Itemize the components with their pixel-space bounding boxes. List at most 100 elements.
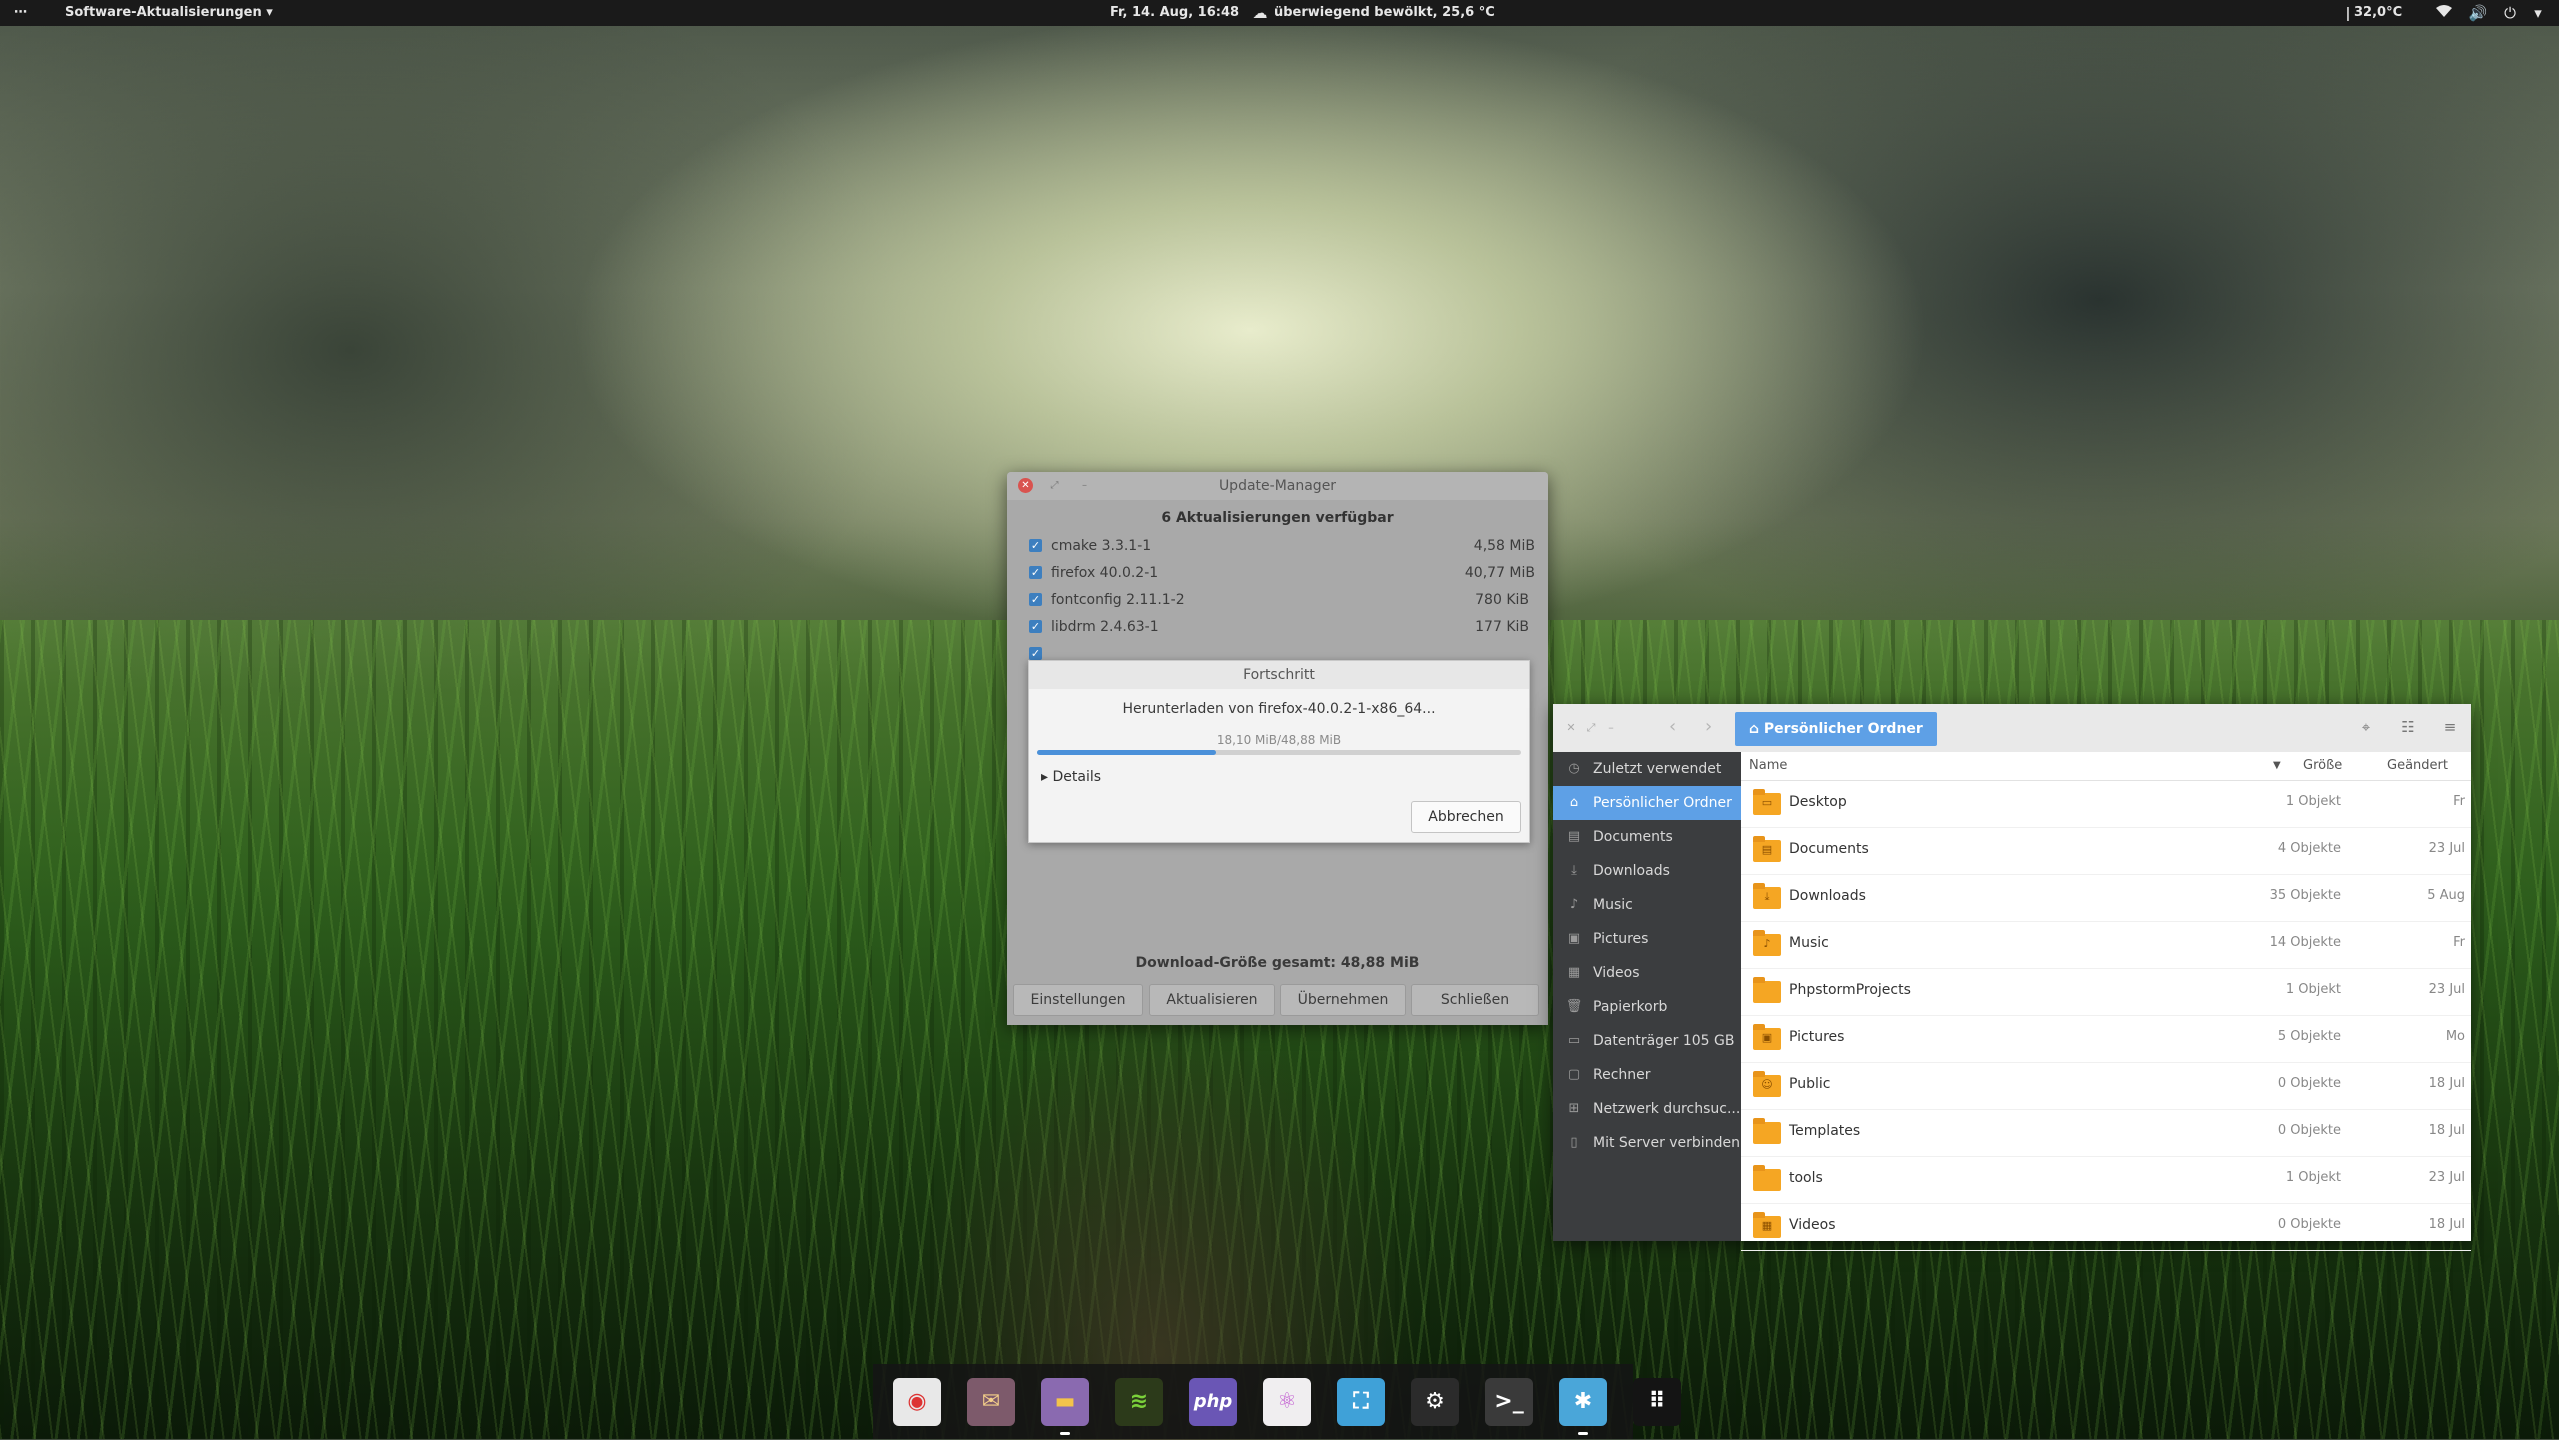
file-row[interactable]: ♪ Music 14 Objekte Fr [1741, 921, 2471, 969]
file-row[interactable]: tools 1 Objekt 23 Jul [1741, 1156, 2471, 1204]
forward-icon[interactable]: › [1705, 716, 1712, 737]
file-row[interactable]: ▭ Desktop 1 Objekt Fr [1741, 780, 2471, 828]
refresh-button[interactable]: Aktualisieren [1149, 984, 1275, 1016]
file-row[interactable]: ▤ Documents 4 Objekte 23 Jul [1741, 827, 2471, 875]
package-row[interactable]: ✓ firefox 40.0.2-1 40,77 MiB [1017, 561, 1537, 588]
settings-button[interactable]: Einstellungen [1013, 984, 1143, 1016]
clock[interactable]: Fr, 14. Aug, 16:48 [1110, 4, 1239, 22]
update-manager-titlebar[interactable]: ✕ ⤢ – Update-Manager [1007, 472, 1548, 500]
chrome-icon[interactable]: ◉ [893, 1378, 941, 1426]
checkbox[interactable]: ✓ [1029, 566, 1042, 579]
spotify-icon[interactable]: ≋ [1115, 1378, 1163, 1426]
sidebar-item[interactable]: ♪ Music [1553, 888, 1741, 922]
file-size: 1 Objekt [2285, 982, 2341, 997]
documents-folder-icon: ▤ [1753, 836, 1781, 862]
files-headerbar[interactable]: ✕ ⤢ – ‹ › ⌂ Persönlicher Ordner ⌖ ☷ ≡ [1553, 704, 2471, 753]
checkbox[interactable]: ✓ [1029, 593, 1042, 606]
column-name[interactable]: Name [1749, 758, 1787, 773]
phpstorm-icon[interactable]: php [1189, 1378, 1237, 1426]
sidebar-item[interactable]: 🗑 Papierkorb [1553, 990, 1741, 1024]
close-icon[interactable]: ✕ [1563, 720, 1579, 736]
sidebar-item[interactable]: ▦ Videos [1553, 956, 1741, 990]
file-name: Music [1789, 935, 1829, 951]
download-status: Herunterladen von firefox-40.0.2-1-x86_6… [1122, 701, 1436, 717]
package-row[interactable]: ✓ fontconfig 2.11.1-2 780 KiB [1017, 588, 1537, 615]
download-amount: 18,10 MiB/48,88 MiB [1216, 733, 1342, 747]
mail-icon[interactable]: ✉ [967, 1378, 1015, 1426]
apply-button[interactable]: Übernehmen [1280, 984, 1406, 1016]
sidebar-item[interactable]: ⤓ Downloads [1553, 854, 1741, 888]
path-label: Persönlicher Ordner [1763, 721, 1923, 737]
files-sidebar: ◷ Zuletzt verwendet ⌂ Persönlicher Ordner ▤ D… [1553, 752, 1741, 1241]
file-row[interactable]: ▦ Videos 0 Objekte 18 Jul [1741, 1203, 2471, 1251]
sidebar-item[interactable]: ▭ Datenträger 105 GB [1553, 1024, 1741, 1058]
music-icon: ♪ [1569, 897, 1579, 912]
download-total: Download-Größe gesamt: 48,88 MiB [1135, 955, 1420, 971]
sidebar-item-label: Documents [1593, 829, 1673, 845]
downloads-folder-icon: ⤓ [1753, 883, 1781, 909]
terminal-icon[interactable]: >_ [1485, 1378, 1533, 1426]
server-icon: ▯ [1570, 1135, 1578, 1150]
clock-icon: ◷ [1568, 761, 1580, 776]
file-row[interactable]: ☺ Public 0 Objekte 18 Jul [1741, 1062, 2471, 1110]
folder-icon [1753, 977, 1781, 1003]
checkbox[interactable]: ✓ [1029, 620, 1042, 633]
sidebar-item[interactable]: ◷ Zuletzt verwendet [1553, 752, 1741, 786]
videos-folder-icon: ▦ [1753, 1212, 1781, 1238]
sidebar-item[interactable]: ▣ Pictures [1553, 922, 1741, 956]
activities-dots[interactable]: ⋯ [14, 4, 28, 22]
app-menu[interactable]: Software-Aktualisierungen ▾ [65, 4, 273, 22]
sidebar-item[interactable]: ⊞ Netzwerk durchsuc... [1553, 1092, 1741, 1126]
weather-text[interactable]: überwiegend bewölkt, 25,6 °C [1274, 4, 1495, 22]
file-name: PhpstormProjects [1789, 982, 1911, 998]
sidebar-item[interactable]: ▢ Rechner [1553, 1058, 1741, 1092]
screenshot-icon[interactable]: ⛶ [1337, 1378, 1385, 1426]
back-icon[interactable]: ‹ [1669, 716, 1676, 737]
checkbox[interactable]: ✓ [1029, 647, 1042, 660]
file-modified: 23 Jul [2428, 1170, 2465, 1185]
sort-arrow-icon[interactable]: ▼ [2273, 760, 2281, 771]
column-size[interactable]: Größe [2303, 758, 2342, 773]
package-row[interactable]: ✓ libdrm 2.4.63-1 177 KiB [1017, 615, 1537, 642]
files-icon[interactable]: ▬ [1041, 1378, 1089, 1435]
home-icon: ⌂ [1569, 795, 1579, 810]
column-modified[interactable]: Geändert [2387, 758, 2448, 773]
file-name: Documents [1789, 841, 1869, 857]
file-modified: 23 Jul [2428, 841, 2465, 856]
file-row[interactable]: Templates 0 Objekte 18 Jul [1741, 1109, 2471, 1157]
path-bar-home[interactable]: ⌂ Persönlicher Ordner [1735, 712, 1937, 746]
cpu-temperature[interactable]: 32,0°C [2354, 4, 2402, 22]
details-expander[interactable]: ▸ Details [1041, 769, 1101, 785]
file-row[interactable]: ▣ Pictures 5 Objekte Mo [1741, 1015, 2471, 1063]
file-size: 1 Objekt [2285, 794, 2341, 809]
video-icon: ▦ [1567, 965, 1581, 980]
sidebar-item[interactable]: ⌂ Persönlicher Ordner [1553, 786, 1741, 820]
list-view-icon[interactable]: ☷ [2397, 716, 2419, 738]
package-size: 780 KiB [1475, 592, 1529, 608]
menu-icon[interactable]: ≡ [2439, 716, 2461, 738]
sidebar-item[interactable]: ▯ Mit Server verbinden [1553, 1126, 1741, 1160]
volume-icon[interactable]: 🔊 [2468, 3, 2488, 23]
drive-icon: ▭ [1567, 1033, 1581, 1048]
sidebar-item-label: Zuletzt verwendet [1593, 761, 1722, 777]
minimize-icon[interactable]: – [1603, 720, 1619, 736]
sidebar-item[interactable]: ▤ Documents [1553, 820, 1741, 854]
music-folder-icon: ♪ [1753, 930, 1781, 956]
file-modified: 18 Jul [2428, 1076, 2465, 1091]
atom-icon[interactable]: ⚛ [1263, 1378, 1311, 1426]
location-icon[interactable]: ⌖ [2355, 716, 2377, 738]
app-grid-icon[interactable]: ⠿ [1633, 1378, 1681, 1426]
chevron-down-icon[interactable]: ▾ [2528, 3, 2548, 23]
file-row[interactable]: ⤓ Downloads 35 Objekte 5 Aug [1741, 874, 2471, 922]
checkbox[interactable]: ✓ [1029, 539, 1042, 552]
close-button[interactable]: Schließen [1411, 984, 1539, 1016]
wifi-icon[interactable] [2434, 3, 2454, 23]
package-row[interactable]: ✓ cmake 3.3.1-1 4,58 MiB [1017, 534, 1537, 561]
file-row[interactable]: PhpstormProjects 1 Objekt 23 Jul [1741, 968, 2471, 1016]
maximize-icon[interactable]: ⤢ [1583, 720, 1599, 736]
power-icon[interactable]: ⏻ [2500, 3, 2520, 23]
cancel-button[interactable]: Abbrechen [1411, 801, 1521, 833]
steam-icon[interactable]: ⚙ [1411, 1378, 1459, 1426]
settings-icon[interactable]: ✱ [1559, 1378, 1607, 1435]
file-modified: 18 Jul [2428, 1123, 2465, 1138]
